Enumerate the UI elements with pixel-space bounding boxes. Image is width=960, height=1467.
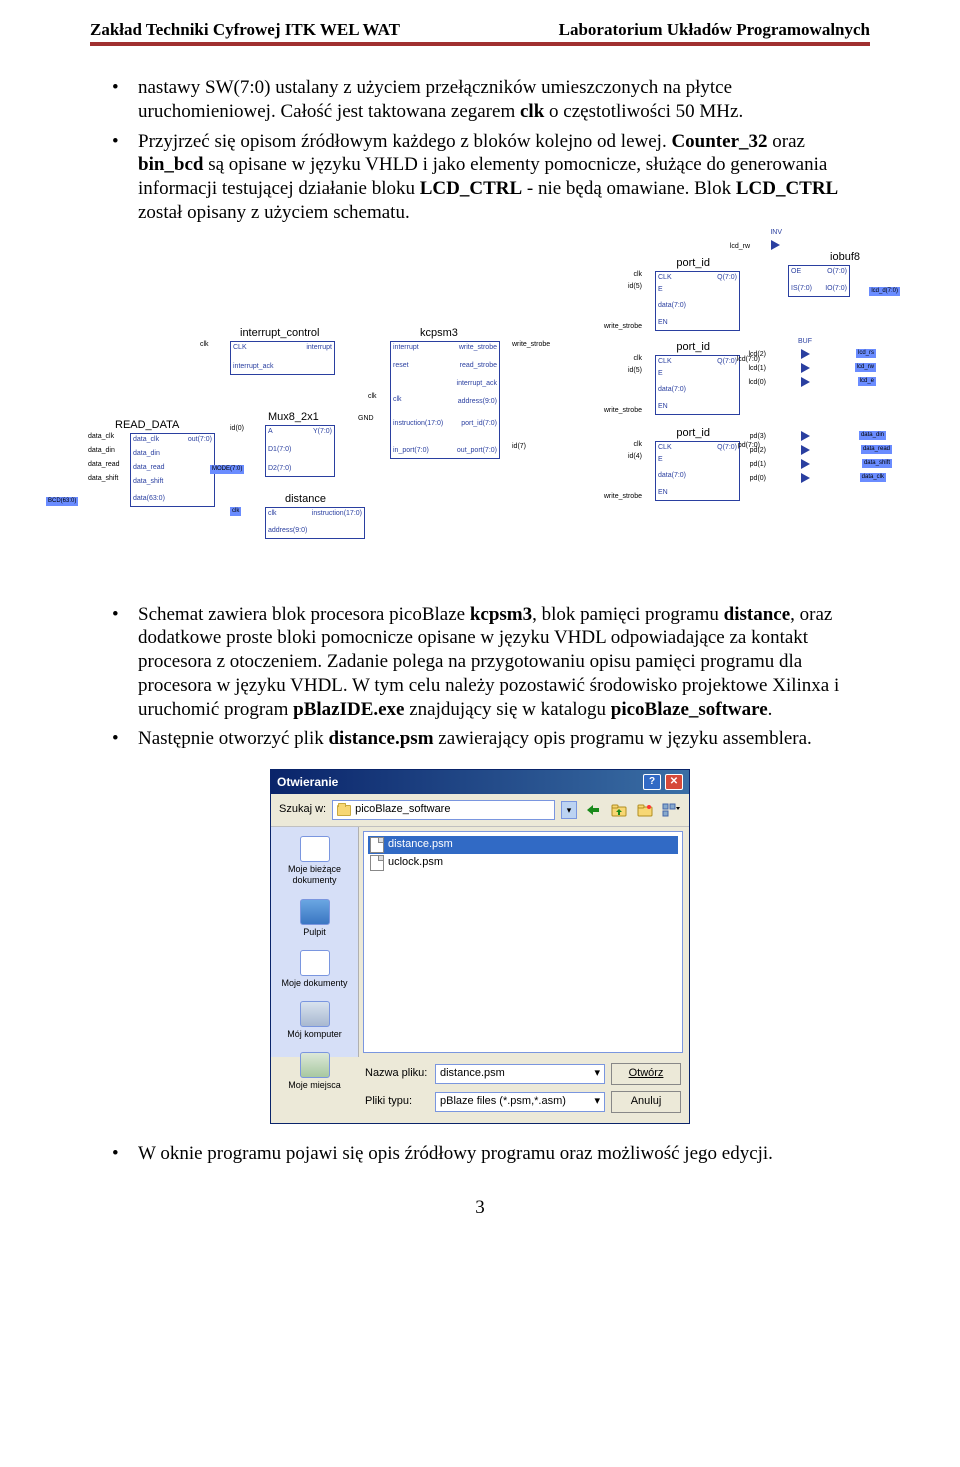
block-port-id-1: CLK Q(7:0) E data(7:0) EN (655, 271, 740, 331)
dialog-title: Otwieranie (277, 775, 338, 790)
places-desktop[interactable]: Pulpit (271, 896, 358, 941)
places-mydocs[interactable]: Moje dokumenty (271, 947, 358, 992)
places-network[interactable]: Moje miejsca (271, 1049, 358, 1094)
buf-icon (801, 377, 810, 387)
cancel-button[interactable]: Anuluj (611, 1091, 681, 1113)
places-mycomputer[interactable]: Mój komputer (271, 998, 358, 1043)
buf-icon (801, 459, 810, 469)
port-data-din: data_din (859, 431, 886, 440)
filename-input[interactable]: distance.psm ▾ (435, 1064, 605, 1084)
block-title-port-id-2: port_id (676, 341, 710, 355)
lookin-combo[interactable]: picoBlaze_software (332, 800, 555, 820)
back-icon[interactable] (583, 800, 603, 820)
computer-icon (300, 1001, 330, 1027)
block-kcpsm3: interrupt write_strobe reset read_strobe… (390, 341, 500, 459)
block-title-mux: Mux8_2x1 (268, 411, 319, 425)
block-port-id-2: CLK Q(7:0) E data(7:0) EN (655, 355, 740, 415)
filetype-label: Pliki typu: (365, 1095, 429, 1109)
buf-icon (801, 363, 810, 373)
filetype-combo[interactable]: pBlaze files (*.psm,*.asm) ▾ (435, 1092, 605, 1112)
header-rule (90, 42, 870, 46)
open-file-dialog: Otwieranie ? ✕ Szukaj w: picoBlaze_softw… (270, 769, 690, 1124)
buf-icon (801, 473, 810, 483)
folder-icon (337, 805, 351, 816)
dialog-toolbar: Szukaj w: picoBlaze_software ▾ (271, 794, 689, 827)
block-read-data: data_clk out(7:0) data_din data_read dat… (130, 433, 215, 507)
block-title-distance: distance (285, 493, 326, 507)
page-header: Zakład Techniki Cyfrowej ITK WEL WAT Lab… (90, 20, 870, 40)
inv-buffer-icon (771, 240, 780, 250)
block-title-port-id-1: port_id (676, 257, 710, 271)
schematic-diagram: lcd_rw INV iobuf8 OE O(7:0) IS(7:0) IO(7… (90, 243, 870, 573)
header-left: Zakład Techniki Cyfrowej ITK WEL WAT (90, 20, 400, 40)
port-lcd-rw: lcd_rw (855, 363, 876, 372)
file-name: distance.psm (388, 838, 453, 852)
block-port-id-3: CLK Q(7:0) E data(7:0) EN (655, 441, 740, 501)
port-clk: clk (230, 507, 241, 516)
lookin-label: Szukaj w: (279, 803, 326, 817)
view-menu-icon[interactable] (661, 800, 681, 820)
block-mux: A Y(7:0) D1(7:0) D2(7:0) (265, 425, 335, 477)
help-button[interactable]: ? (643, 774, 661, 790)
block-title-interrupt: interrupt_control (240, 327, 320, 341)
port-data-shift: data_shift (862, 459, 892, 468)
net-lcd-rw: lcd_rw (730, 243, 750, 252)
file-icon (370, 837, 384, 853)
places-recent[interactable]: Moje bieżące dokumenty (271, 833, 358, 890)
places-bar: Moje bieżące dokumenty Pulpit Moje dokum… (271, 827, 359, 1057)
chevron-down-icon[interactable]: ▾ (561, 801, 577, 819)
dialog-titlebar: Otwieranie ? ✕ (271, 770, 689, 794)
desktop-icon (300, 899, 330, 925)
filename-label: Nazwa pliku: (365, 1067, 429, 1081)
pin-inv: INV (770, 229, 782, 238)
page-number: 3 (90, 1196, 870, 1220)
file-item-selected[interactable]: distance.psm (368, 836, 678, 854)
bullet-1: nastawy SW(7:0) ustalany z użyciem przeł… (90, 76, 870, 124)
buf-icon (801, 445, 810, 455)
block-title-iobuf8: iobuf8 (830, 251, 860, 265)
file-icon (370, 855, 384, 871)
chevron-down-icon[interactable]: ▾ (594, 1067, 600, 1081)
bullet-5: W oknie programu pojawi się opis źródłow… (90, 1142, 870, 1166)
buf-icon (801, 431, 810, 441)
document-icon (300, 836, 330, 862)
network-icon (300, 1052, 330, 1078)
file-name: uclock.psm (388, 856, 443, 870)
port-bcd: BCD(63:0) (46, 497, 78, 506)
port-lcd-e: lcd_e (858, 377, 876, 386)
port-lcd-rs: lcd_rs (856, 349, 876, 358)
file-item[interactable]: uclock.psm (368, 854, 678, 872)
up-folder-icon[interactable] (609, 800, 629, 820)
block-title-kcpsm3: kcpsm3 (420, 327, 458, 341)
block-title-port-id-3: port_id (676, 427, 710, 441)
lookin-value: picoBlaze_software (355, 803, 450, 817)
block-interrupt-control: CLK interrupt interrupt_ack (230, 341, 335, 375)
buf-icon (801, 349, 810, 359)
bullet-4: Następnie otworzyć plik distance.psm zaw… (90, 727, 870, 751)
open-button[interactable]: Otwórz (611, 1063, 681, 1085)
chevron-down-icon[interactable]: ▾ (594, 1095, 600, 1109)
new-folder-icon[interactable] (635, 800, 655, 820)
port-data-clk: data_clk (860, 473, 886, 482)
bullet-3: Schemat zawiera blok procesora picoBlaze… (90, 603, 870, 722)
port-mode: MODE(7:0) (210, 465, 244, 474)
close-button[interactable]: ✕ (665, 774, 683, 790)
port-data-read: data_read (861, 445, 892, 454)
block-distance: clk instruction(17:0) address(9:0) (265, 507, 365, 539)
block-iobuf8: OE O(7:0) IS(7:0) IO(7:0) (788, 265, 850, 297)
block-title-read-data: READ_DATA (115, 419, 179, 433)
bullet-2: Przyjrzeć się opisom źródłowym każdego z… (90, 130, 870, 225)
header-right: Laboratorium Układów Programowalnych (559, 20, 870, 40)
file-list[interactable]: distance.psm uclock.psm (363, 831, 683, 1053)
folder-icon (300, 950, 330, 976)
port-lcd-d: lcd_d(7:0) (869, 287, 900, 296)
